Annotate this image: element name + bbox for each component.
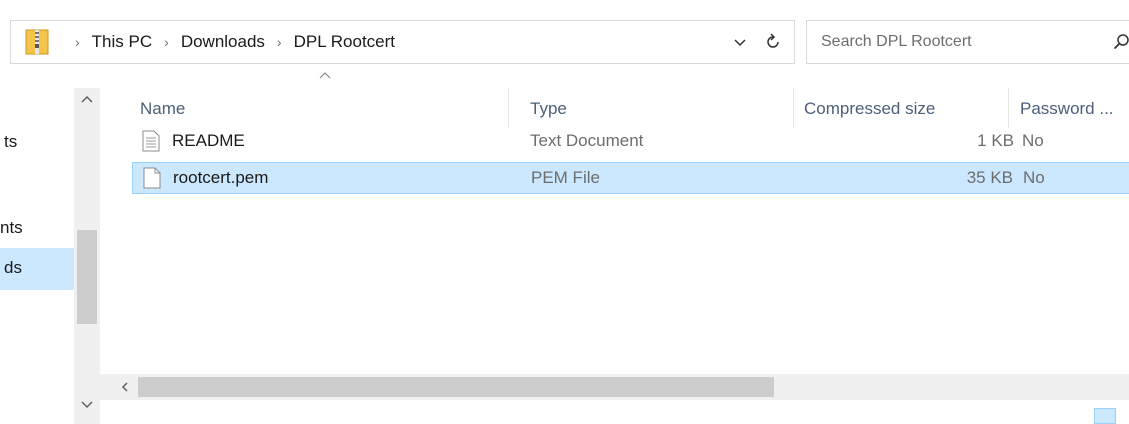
nav-item-documents-2[interactable]: nts xyxy=(0,218,23,238)
column-divider[interactable] xyxy=(508,88,509,128)
nav-item-documents[interactable]: ts xyxy=(4,132,17,152)
breadcrumb: › This PC › Downloads › DPL Rootcert xyxy=(63,21,395,63)
file-name: rootcert.pem xyxy=(173,168,269,187)
breadcrumb-chevron-icon[interactable]: › xyxy=(164,34,169,50)
search-icon[interactable] xyxy=(1113,33,1129,51)
breadcrumb-downloads[interactable]: Downloads xyxy=(181,32,265,52)
horizontal-scrollbar[interactable] xyxy=(100,374,1129,400)
breadcrumb-current-folder[interactable]: DPL Rootcert xyxy=(294,32,395,52)
breadcrumb-chevron-icon[interactable]: › xyxy=(277,34,282,50)
text-document-icon xyxy=(142,130,160,152)
chevron-down-icon[interactable] xyxy=(731,33,749,51)
file-password: No xyxy=(1023,168,1045,187)
scroll-down-arrow-icon[interactable] xyxy=(78,398,96,412)
blank-file-icon xyxy=(143,167,161,189)
column-divider[interactable] xyxy=(1008,88,1009,128)
file-row-rootcert[interactable]: rootcert.pem PEM File 35 KB No xyxy=(132,162,1129,194)
file-type: Text Document xyxy=(530,131,644,150)
search-input[interactable] xyxy=(821,21,1091,63)
navigation-pane: ts nts ds xyxy=(0,88,100,424)
column-header-password[interactable]: Password ... xyxy=(1020,88,1129,130)
file-row-readme[interactable]: README Text Document 1 KB No xyxy=(132,126,1129,158)
nav-item-downloads[interactable]: ds xyxy=(0,248,74,290)
breadcrumb-this-pc[interactable]: This PC xyxy=(92,32,152,52)
file-password: No xyxy=(1022,131,1044,150)
column-divider[interactable] xyxy=(793,88,794,128)
nav-scrollbar-thumb[interactable] xyxy=(77,230,97,324)
breadcrumb-chevron-icon[interactable]: › xyxy=(75,34,80,50)
details-view-button[interactable] xyxy=(1094,408,1116,424)
file-size: 1 KB xyxy=(977,131,1014,150)
scroll-left-arrow-icon[interactable] xyxy=(118,380,132,394)
column-header-name[interactable]: Name xyxy=(140,88,490,130)
column-header-compressed-size[interactable]: Compressed size xyxy=(804,88,1004,130)
refresh-icon[interactable] xyxy=(763,32,783,52)
column-header-type[interactable]: Type xyxy=(530,88,790,130)
scroll-up-arrow-icon[interactable] xyxy=(78,92,96,106)
zip-folder-icon xyxy=(25,29,49,55)
address-toolbar: › This PC › Downloads › DPL Rootcert xyxy=(0,0,1129,88)
file-type: PEM File xyxy=(531,168,600,187)
file-name: README xyxy=(172,131,245,150)
search-box[interactable] xyxy=(806,20,1129,64)
horizontal-scrollbar-thumb[interactable] xyxy=(138,377,774,397)
file-list: Name Type Compressed size Password ... R… xyxy=(100,72,1129,424)
sort-ascending-icon xyxy=(319,72,331,79)
address-bar[interactable]: › This PC › Downloads › DPL Rootcert xyxy=(10,20,795,64)
file-size: 35 KB xyxy=(966,168,1013,187)
